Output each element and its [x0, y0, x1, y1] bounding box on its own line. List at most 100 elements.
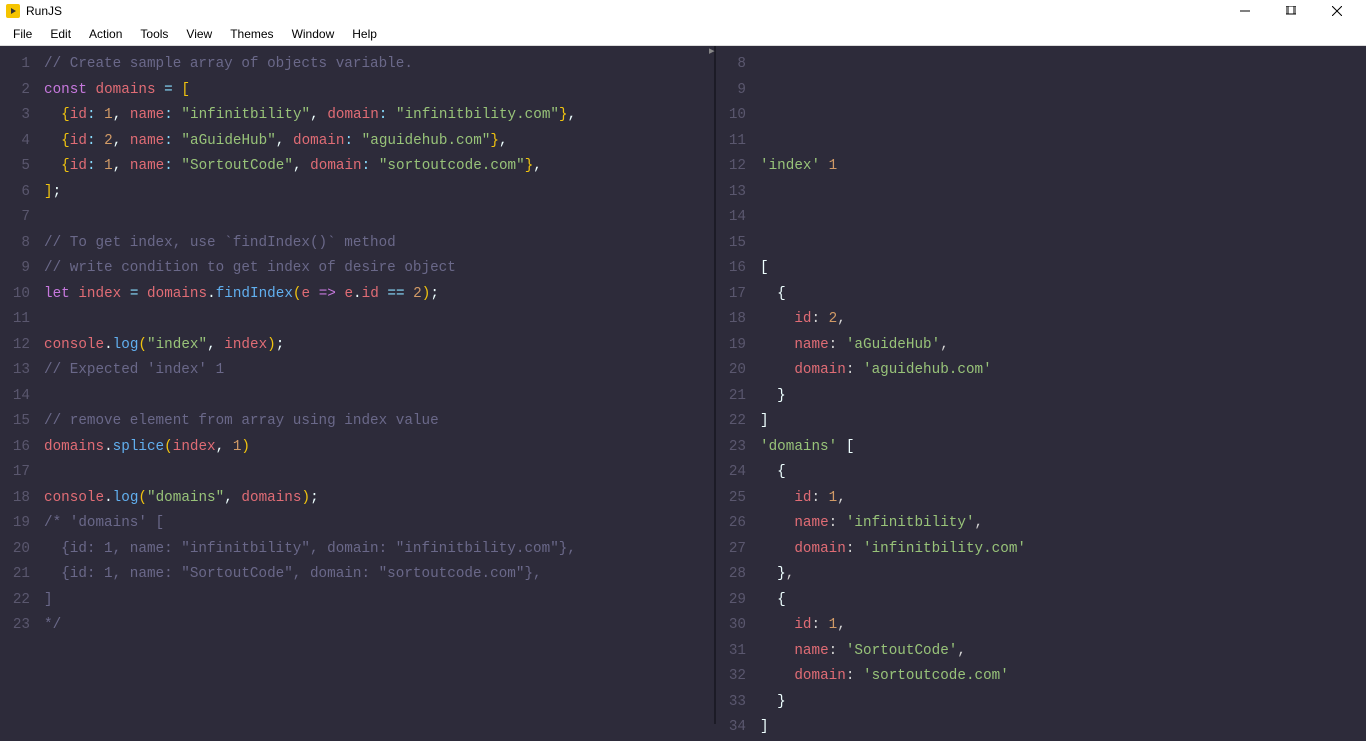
- code-line[interactable]: 7: [0, 205, 714, 231]
- code-content[interactable]: [44, 460, 714, 486]
- code-line[interactable]: 33 }: [716, 690, 1366, 716]
- code-content[interactable]: domain: 'infinitbility.com': [760, 537, 1366, 563]
- code-content[interactable]: let index = domains.findIndex(e => e.id …: [44, 282, 714, 308]
- code-content[interactable]: 'index' 1: [760, 154, 1366, 180]
- code-content[interactable]: /* 'domains' [: [44, 511, 714, 537]
- code-content[interactable]: {: [760, 282, 1366, 308]
- code-line[interactable]: 11: [0, 307, 714, 333]
- code-line[interactable]: 10: [716, 103, 1366, 129]
- code-content[interactable]: {: [760, 588, 1366, 614]
- code-line[interactable]: 31 name: 'SortoutCode',: [716, 639, 1366, 665]
- code-line[interactable]: 12console.log("index", index);: [0, 333, 714, 359]
- code-content[interactable]: domain: 'aguidehub.com': [760, 358, 1366, 384]
- code-content[interactable]: const domains = [: [44, 78, 714, 104]
- code-line[interactable]: 22]: [0, 588, 714, 614]
- code-content[interactable]: [760, 205, 1366, 231]
- code-line[interactable]: 8// To get index, use `findIndex()` meth…: [0, 231, 714, 257]
- code-content[interactable]: },: [760, 562, 1366, 588]
- code-line[interactable]: 17: [0, 460, 714, 486]
- code-line[interactable]: 17 {: [716, 282, 1366, 308]
- code-line[interactable]: 25 id: 1,: [716, 486, 1366, 512]
- output-pane[interactable]: 89101112'index' 113141516[17 {18 id: 2,1…: [716, 46, 1366, 724]
- code-content[interactable]: {id: 1, name: "infinitbility", domain: "…: [44, 537, 714, 563]
- code-line[interactable]: 21 }: [716, 384, 1366, 410]
- code-line[interactable]: 23'domains' [: [716, 435, 1366, 461]
- code-content[interactable]: {: [760, 460, 1366, 486]
- menu-file[interactable]: File: [4, 27, 41, 41]
- code-content[interactable]: [760, 231, 1366, 257]
- code-content[interactable]: // remove element from array using index…: [44, 409, 714, 435]
- code-line[interactable]: 20 {id: 1, name: "infinitbility", domain…: [0, 537, 714, 563]
- code-content[interactable]: [: [760, 256, 1366, 282]
- code-content[interactable]: name: 'SortoutCode',: [760, 639, 1366, 665]
- code-line[interactable]: 11: [716, 129, 1366, 155]
- code-content[interactable]: ];: [44, 180, 714, 206]
- code-line[interactable]: 34]: [716, 715, 1366, 741]
- minimize-button[interactable]: [1222, 0, 1268, 22]
- code-content[interactable]: // Create sample array of objects variab…: [44, 52, 714, 78]
- code-content[interactable]: [44, 307, 714, 333]
- menu-window[interactable]: Window: [283, 27, 344, 41]
- code-content[interactable]: // To get index, use `findIndex()` metho…: [44, 231, 714, 257]
- code-content[interactable]: ]: [44, 588, 714, 614]
- code-content[interactable]: ]: [760, 715, 1366, 741]
- code-content[interactable]: // Expected 'index' 1: [44, 358, 714, 384]
- code-content[interactable]: id: 2,: [760, 307, 1366, 333]
- code-line[interactable]: 14: [716, 205, 1366, 231]
- code-line[interactable]: 18console.log("domains", domains);: [0, 486, 714, 512]
- code-line[interactable]: 22]: [716, 409, 1366, 435]
- code-content[interactable]: }: [760, 384, 1366, 410]
- code-line[interactable]: 18 id: 2,: [716, 307, 1366, 333]
- code-content[interactable]: id: 1,: [760, 613, 1366, 639]
- code-content[interactable]: [44, 384, 714, 410]
- code-line[interactable]: 8: [716, 52, 1366, 78]
- code-line[interactable]: 19/* 'domains' [: [0, 511, 714, 537]
- menu-action[interactable]: Action: [80, 27, 131, 41]
- code-line[interactable]: 29 {: [716, 588, 1366, 614]
- code-line[interactable]: 21 {id: 1, name: "SortoutCode", domain: …: [0, 562, 714, 588]
- menu-view[interactable]: View: [177, 27, 221, 41]
- code-content[interactable]: // write condition to get index of desir…: [44, 256, 714, 282]
- code-content[interactable]: */: [44, 613, 714, 639]
- code-line[interactable]: 16[: [716, 256, 1366, 282]
- code-content[interactable]: name: 'aGuideHub',: [760, 333, 1366, 359]
- code-line[interactable]: 15// remove element from array using ind…: [0, 409, 714, 435]
- code-line[interactable]: 5 {id: 1, name: "SortoutCode", domain: "…: [0, 154, 714, 180]
- code-line[interactable]: 14: [0, 384, 714, 410]
- menu-tools[interactable]: Tools: [131, 27, 177, 41]
- menu-themes[interactable]: Themes: [221, 27, 282, 41]
- code-content[interactable]: [760, 52, 1366, 78]
- code-content[interactable]: [760, 103, 1366, 129]
- code-content[interactable]: 'domains' [: [760, 435, 1366, 461]
- code-line[interactable]: 28 },: [716, 562, 1366, 588]
- code-line[interactable]: 2const domains = [: [0, 78, 714, 104]
- code-content[interactable]: domains.splice(index, 1): [44, 435, 714, 461]
- menu-help[interactable]: Help: [343, 27, 386, 41]
- code-line[interactable]: 26 name: 'infinitbility',: [716, 511, 1366, 537]
- code-line[interactable]: 12'index' 1: [716, 154, 1366, 180]
- code-line[interactable]: 4 {id: 2, name: "aGuideHub", domain: "ag…: [0, 129, 714, 155]
- code-content[interactable]: domain: 'sortoutcode.com': [760, 664, 1366, 690]
- maximize-button[interactable]: [1268, 0, 1314, 22]
- code-line[interactable]: 24 {: [716, 460, 1366, 486]
- code-content[interactable]: [760, 129, 1366, 155]
- code-line[interactable]: 13: [716, 180, 1366, 206]
- code-content[interactable]: ]: [760, 409, 1366, 435]
- pane-divider[interactable]: [714, 46, 716, 724]
- code-content[interactable]: {id: 1, name: "infinitbility", domain: "…: [44, 103, 714, 129]
- editor-pane[interactable]: 1// Create sample array of objects varia…: [0, 46, 714, 724]
- code-line[interactable]: 9: [716, 78, 1366, 104]
- code-line[interactable]: 32 domain: 'sortoutcode.com': [716, 664, 1366, 690]
- code-content[interactable]: {id: 1, name: "SortoutCode", domain: "so…: [44, 562, 714, 588]
- code-line[interactable]: 30 id: 1,: [716, 613, 1366, 639]
- code-line[interactable]: 20 domain: 'aguidehub.com': [716, 358, 1366, 384]
- code-line[interactable]: 10let index = domains.findIndex(e => e.i…: [0, 282, 714, 308]
- code-content[interactable]: [44, 205, 714, 231]
- code-line[interactable]: 27 domain: 'infinitbility.com': [716, 537, 1366, 563]
- code-line[interactable]: 1// Create sample array of objects varia…: [0, 52, 714, 78]
- code-content[interactable]: }: [760, 690, 1366, 716]
- code-line[interactable]: 15: [716, 231, 1366, 257]
- code-content[interactable]: name: 'infinitbility',: [760, 511, 1366, 537]
- code-content[interactable]: id: 1,: [760, 486, 1366, 512]
- code-line[interactable]: 23*/: [0, 613, 714, 639]
